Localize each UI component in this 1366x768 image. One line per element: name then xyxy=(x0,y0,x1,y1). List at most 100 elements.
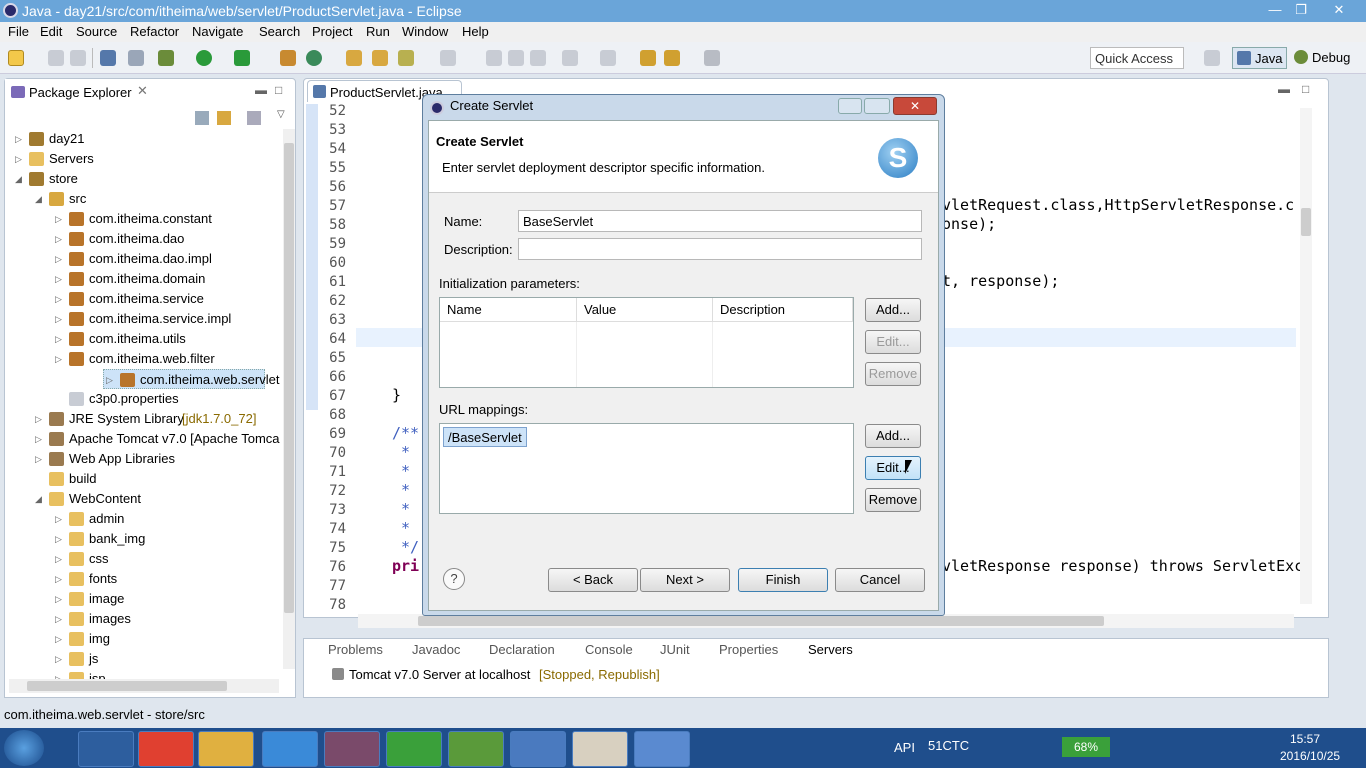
tree-item[interactable]: ◢ src xyxy=(5,189,281,209)
debug-icon[interactable] xyxy=(158,50,174,66)
taskbar-notepad-icon[interactable] xyxy=(448,731,504,767)
maximize-view-icon[interactable]: □ xyxy=(275,83,282,97)
tree-item[interactable]: ▷ fonts xyxy=(5,569,281,589)
collapse-all-icon[interactable] xyxy=(195,111,209,125)
toggle-mark-icon[interactable] xyxy=(486,50,502,66)
tab-console[interactable]: Console xyxy=(585,642,633,657)
show-whitespace-icon[interactable] xyxy=(530,50,546,66)
server-entry[interactable]: Tomcat v7.0 Server at localhost xyxy=(349,667,530,682)
expand-arrow-icon[interactable]: ▷ xyxy=(35,409,42,429)
tab-declaration[interactable]: Declaration xyxy=(489,642,555,657)
new-class-icon[interactable] xyxy=(306,50,322,66)
menu-edit[interactable]: Edit xyxy=(40,24,62,39)
expand-arrow-icon[interactable]: ▷ xyxy=(55,209,62,229)
minimize-button[interactable]: — xyxy=(1262,1,1288,19)
init-params-table[interactable]: Name Value Description xyxy=(439,297,854,388)
tree-item[interactable]: ▷ com.itheima.utils xyxy=(5,329,281,349)
tree-item[interactable]: build xyxy=(5,469,281,489)
expand-arrow-icon[interactable]: ◢ xyxy=(35,189,42,209)
taskbar-java-icon[interactable] xyxy=(572,731,628,767)
dialog-close-button[interactable]: ✕ xyxy=(893,97,937,115)
expand-arrow-icon[interactable]: ▷ xyxy=(55,329,62,349)
clock-date[interactable]: 2016/10/25 xyxy=(1280,749,1340,763)
expand-arrow-icon[interactable]: ▷ xyxy=(55,589,62,609)
tab-problems[interactable]: Problems xyxy=(328,642,383,657)
expand-arrow-icon[interactable]: ▷ xyxy=(55,289,62,309)
package-explorer-tab[interactable]: Package Explorer ✕ xyxy=(5,79,165,105)
column-name[interactable]: Name xyxy=(440,298,577,322)
tree-item[interactable]: ▷ css xyxy=(5,549,281,569)
expand-arrow-icon[interactable]: ▷ xyxy=(15,149,22,169)
tree-item[interactable]: ▷ com.itheima.service.impl xyxy=(5,309,281,329)
new-icon[interactable] xyxy=(8,50,24,66)
start-button[interactable] xyxy=(4,730,44,766)
taskbar-chrome-icon[interactable] xyxy=(138,731,194,767)
url-mapping-item[interactable]: /BaseServlet xyxy=(443,427,527,447)
expand-arrow-icon[interactable]: ▷ xyxy=(55,609,62,629)
editor-minimize-icon[interactable]: ▬ xyxy=(1278,82,1290,96)
tab-servers[interactable]: Servers xyxy=(808,642,853,657)
save-all-icon[interactable] xyxy=(70,50,86,66)
taskbar-explorer-icon[interactable] xyxy=(198,731,254,767)
view-menu-icon[interactable]: ▽ xyxy=(277,109,285,120)
tree-item[interactable]: ▷ day21 xyxy=(5,129,281,149)
tree-item[interactable]: ▷ Apache Tomcat v7.0 [Apache Tomca xyxy=(5,429,281,449)
tab-junit[interactable]: JUnit xyxy=(660,642,690,657)
maximize-button[interactable]: ❐ xyxy=(1288,1,1314,19)
close-tab-icon[interactable]: ✕ xyxy=(137,83,148,99)
tree-item[interactable]: ▷ com.itheima.service xyxy=(5,289,281,309)
perspective-debug[interactable]: Debug xyxy=(1292,47,1360,69)
last-edit-icon[interactable] xyxy=(640,50,656,66)
new-project-icon[interactable] xyxy=(280,50,296,66)
tree-item[interactable]: ▷ com.itheima.dao.impl xyxy=(5,249,281,269)
expand-arrow-icon[interactable]: ▷ xyxy=(55,269,62,289)
open-perspective-icon[interactable] xyxy=(1204,50,1220,66)
dialog-minimize-button[interactable] xyxy=(838,98,862,114)
menu-search[interactable]: Search xyxy=(259,24,300,39)
tree-item[interactable]: ▷ JRE System Library [jdk1.7.0_72] xyxy=(5,409,281,429)
tree-item[interactable]: ▷ images xyxy=(5,609,281,629)
expand-arrow-icon[interactable]: ◢ xyxy=(35,489,42,509)
url-edit-button[interactable]: Edit... xyxy=(865,456,921,480)
tree-item[interactable]: ▷ js xyxy=(5,649,281,669)
tray-api[interactable]: API xyxy=(894,740,915,755)
description-field[interactable] xyxy=(518,238,922,260)
back-icon[interactable] xyxy=(664,50,680,66)
tree-vertical-scrollbar[interactable] xyxy=(283,129,295,669)
next-button[interactable]: Next > xyxy=(640,568,730,592)
open-folder-icon[interactable] xyxy=(372,50,388,66)
block-select-icon[interactable] xyxy=(508,50,524,66)
tree-item[interactable]: ◢ WebContent xyxy=(5,489,281,509)
tab-properties[interactable]: Properties xyxy=(719,642,778,657)
taskbar-mysql-icon[interactable] xyxy=(634,731,690,767)
init-remove-button[interactable]: Remove xyxy=(865,362,921,386)
menu-window[interactable]: Window xyxy=(402,24,448,39)
expand-arrow-icon[interactable]: ▷ xyxy=(15,129,22,149)
menu-help[interactable]: Help xyxy=(462,24,489,39)
expand-arrow-icon[interactable]: ▷ xyxy=(55,549,62,569)
dialog-maximize-button[interactable] xyxy=(864,98,890,114)
prev-annotation-icon[interactable] xyxy=(600,50,616,66)
tray-app[interactable]: 51CTC xyxy=(928,738,969,753)
filter-icon[interactable] xyxy=(247,111,261,125)
run-icon[interactable] xyxy=(196,50,212,66)
name-field[interactable]: BaseServlet xyxy=(518,210,922,232)
expand-arrow-icon[interactable]: ▷ xyxy=(55,629,62,649)
tree-item[interactable]: ▷ com.itheima.web.servlet xyxy=(103,369,279,389)
expand-arrow-icon[interactable]: ▷ xyxy=(55,529,62,549)
help-icon[interactable]: ? xyxy=(443,568,465,590)
close-button[interactable]: ✕ xyxy=(1326,1,1352,19)
taskbar-eclipse-icon[interactable] xyxy=(324,731,380,767)
tree-item[interactable]: ▷ img xyxy=(5,629,281,649)
menu-source[interactable]: Source xyxy=(76,24,117,39)
url-remove-button[interactable]: Remove xyxy=(865,488,921,512)
expand-arrow-icon[interactable]: ▷ xyxy=(55,569,62,589)
tree-item[interactable]: c3p0.properties xyxy=(5,389,281,409)
menu-project[interactable]: Project xyxy=(312,24,352,39)
expand-arrow-icon[interactable]: ▷ xyxy=(55,249,62,269)
taskbar-editor-icon[interactable] xyxy=(510,731,566,767)
finish-button[interactable]: Finish xyxy=(738,568,828,592)
tree-item[interactable]: ▷ bank_img xyxy=(5,529,281,549)
init-add-button[interactable]: Add... xyxy=(865,298,921,322)
perspective-java[interactable]: Java xyxy=(1232,47,1287,69)
